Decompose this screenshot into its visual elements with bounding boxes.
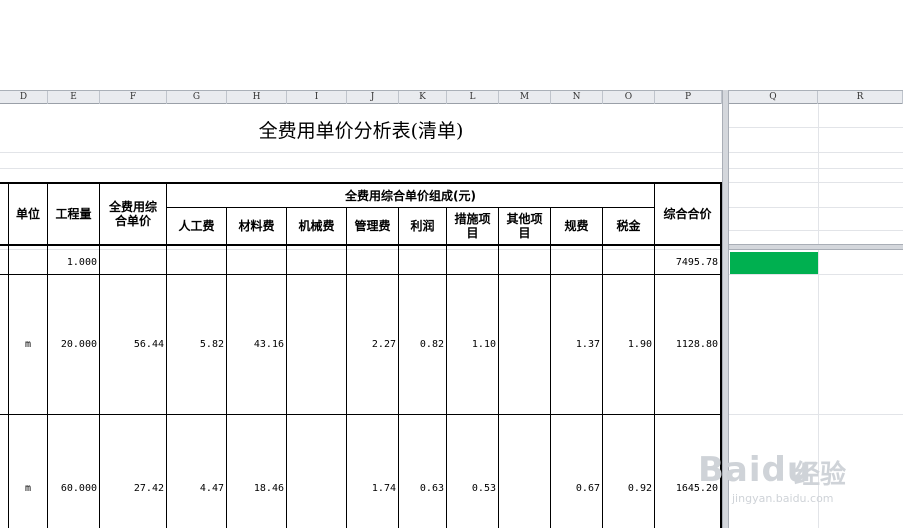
cell-quantity[interactable]: 1.000: [48, 257, 97, 268]
cell-management[interactable]: 1.74: [347, 483, 396, 494]
cell-total[interactable]: 7495.78: [655, 257, 718, 268]
watermark-cn: 经验: [794, 460, 847, 490]
cell-material[interactable]: 18.46: [227, 483, 284, 494]
column-header-L[interactable]: L: [447, 91, 499, 104]
cell-profit[interactable]: 0.63: [399, 483, 444, 494]
cell-fees[interactable]: 0.67: [551, 483, 600, 494]
column-header-Q[interactable]: Q: [729, 91, 818, 104]
column-header-J[interactable]: J: [347, 91, 399, 104]
cell-quantity[interactable]: 60.000: [48, 483, 97, 494]
header-material: 材料费: [238, 219, 275, 233]
header-unit: 单位: [15, 207, 40, 221]
header-measures: 措施项目: [454, 212, 491, 240]
cell-measures[interactable]: 1.10: [447, 339, 496, 350]
cell-full-unit-price[interactable]: 56.44: [100, 339, 164, 350]
header-total: 综合合价: [663, 207, 712, 221]
cell-full-unit-price[interactable]: 27.42: [100, 483, 164, 494]
horizontal-split-bar[interactable]: [729, 244, 903, 250]
column-header-I[interactable]: I: [287, 91, 347, 104]
header-composition-group: 全费用综合单价组成(元): [345, 188, 476, 203]
header-management: 管理费: [354, 219, 391, 233]
column-header-E[interactable]: E: [48, 91, 100, 104]
header-labor: 人工费: [178, 219, 215, 233]
header-machinery: 机械费: [298, 219, 335, 233]
column-header-M[interactable]: M: [499, 91, 551, 104]
header-quantity: 工程量: [55, 207, 92, 221]
column-header-H[interactable]: H: [227, 91, 287, 104]
cell-tax[interactable]: 0.92: [603, 483, 652, 494]
cell-total[interactable]: 1128.80: [655, 339, 718, 350]
column-header-P[interactable]: P: [655, 91, 722, 104]
cell-management[interactable]: 2.27: [347, 339, 396, 350]
watermark-url: jingyan.baidu.com: [732, 492, 834, 505]
baidu-watermark: Baidu 经验 jingyan.baidu.com: [690, 432, 890, 512]
cell-fees[interactable]: 1.37: [551, 339, 600, 350]
cell-tax[interactable]: 1.90: [603, 339, 652, 350]
column-header-bar-right: Q R: [729, 90, 903, 104]
sheet-title: 全费用单价分析表(清单): [258, 120, 464, 142]
cell-unit[interactable]: m: [9, 483, 47, 494]
column-header-R[interactable]: R: [818, 91, 903, 104]
column-header-F[interactable]: F: [100, 91, 167, 104]
selected-cell-Q[interactable]: [730, 252, 818, 274]
column-header-G[interactable]: G: [167, 91, 227, 104]
cell-profit[interactable]: 0.82: [399, 339, 444, 350]
cell-labor[interactable]: 4.47: [167, 483, 224, 494]
header-fees: 规费: [564, 219, 589, 233]
header-other: 其他项目: [506, 212, 543, 240]
column-header-D[interactable]: D: [0, 91, 48, 104]
column-header-N[interactable]: N: [551, 91, 603, 104]
cell-material[interactable]: 43.16: [227, 339, 284, 350]
header-tax: 税金: [616, 219, 641, 233]
cell-labor[interactable]: 5.82: [167, 339, 224, 350]
header-full-unit-price: 全费用综合单价: [108, 200, 157, 228]
cell-quantity[interactable]: 20.000: [48, 339, 97, 350]
header-profit: 利润: [410, 219, 435, 233]
cell-unit[interactable]: m: [9, 339, 47, 350]
column-header-K[interactable]: K: [399, 91, 447, 104]
column-header-O[interactable]: O: [603, 91, 655, 104]
column-header-bar: D E F G H I J K L M N O P: [0, 90, 722, 104]
cell-measures[interactable]: 0.53: [447, 483, 496, 494]
